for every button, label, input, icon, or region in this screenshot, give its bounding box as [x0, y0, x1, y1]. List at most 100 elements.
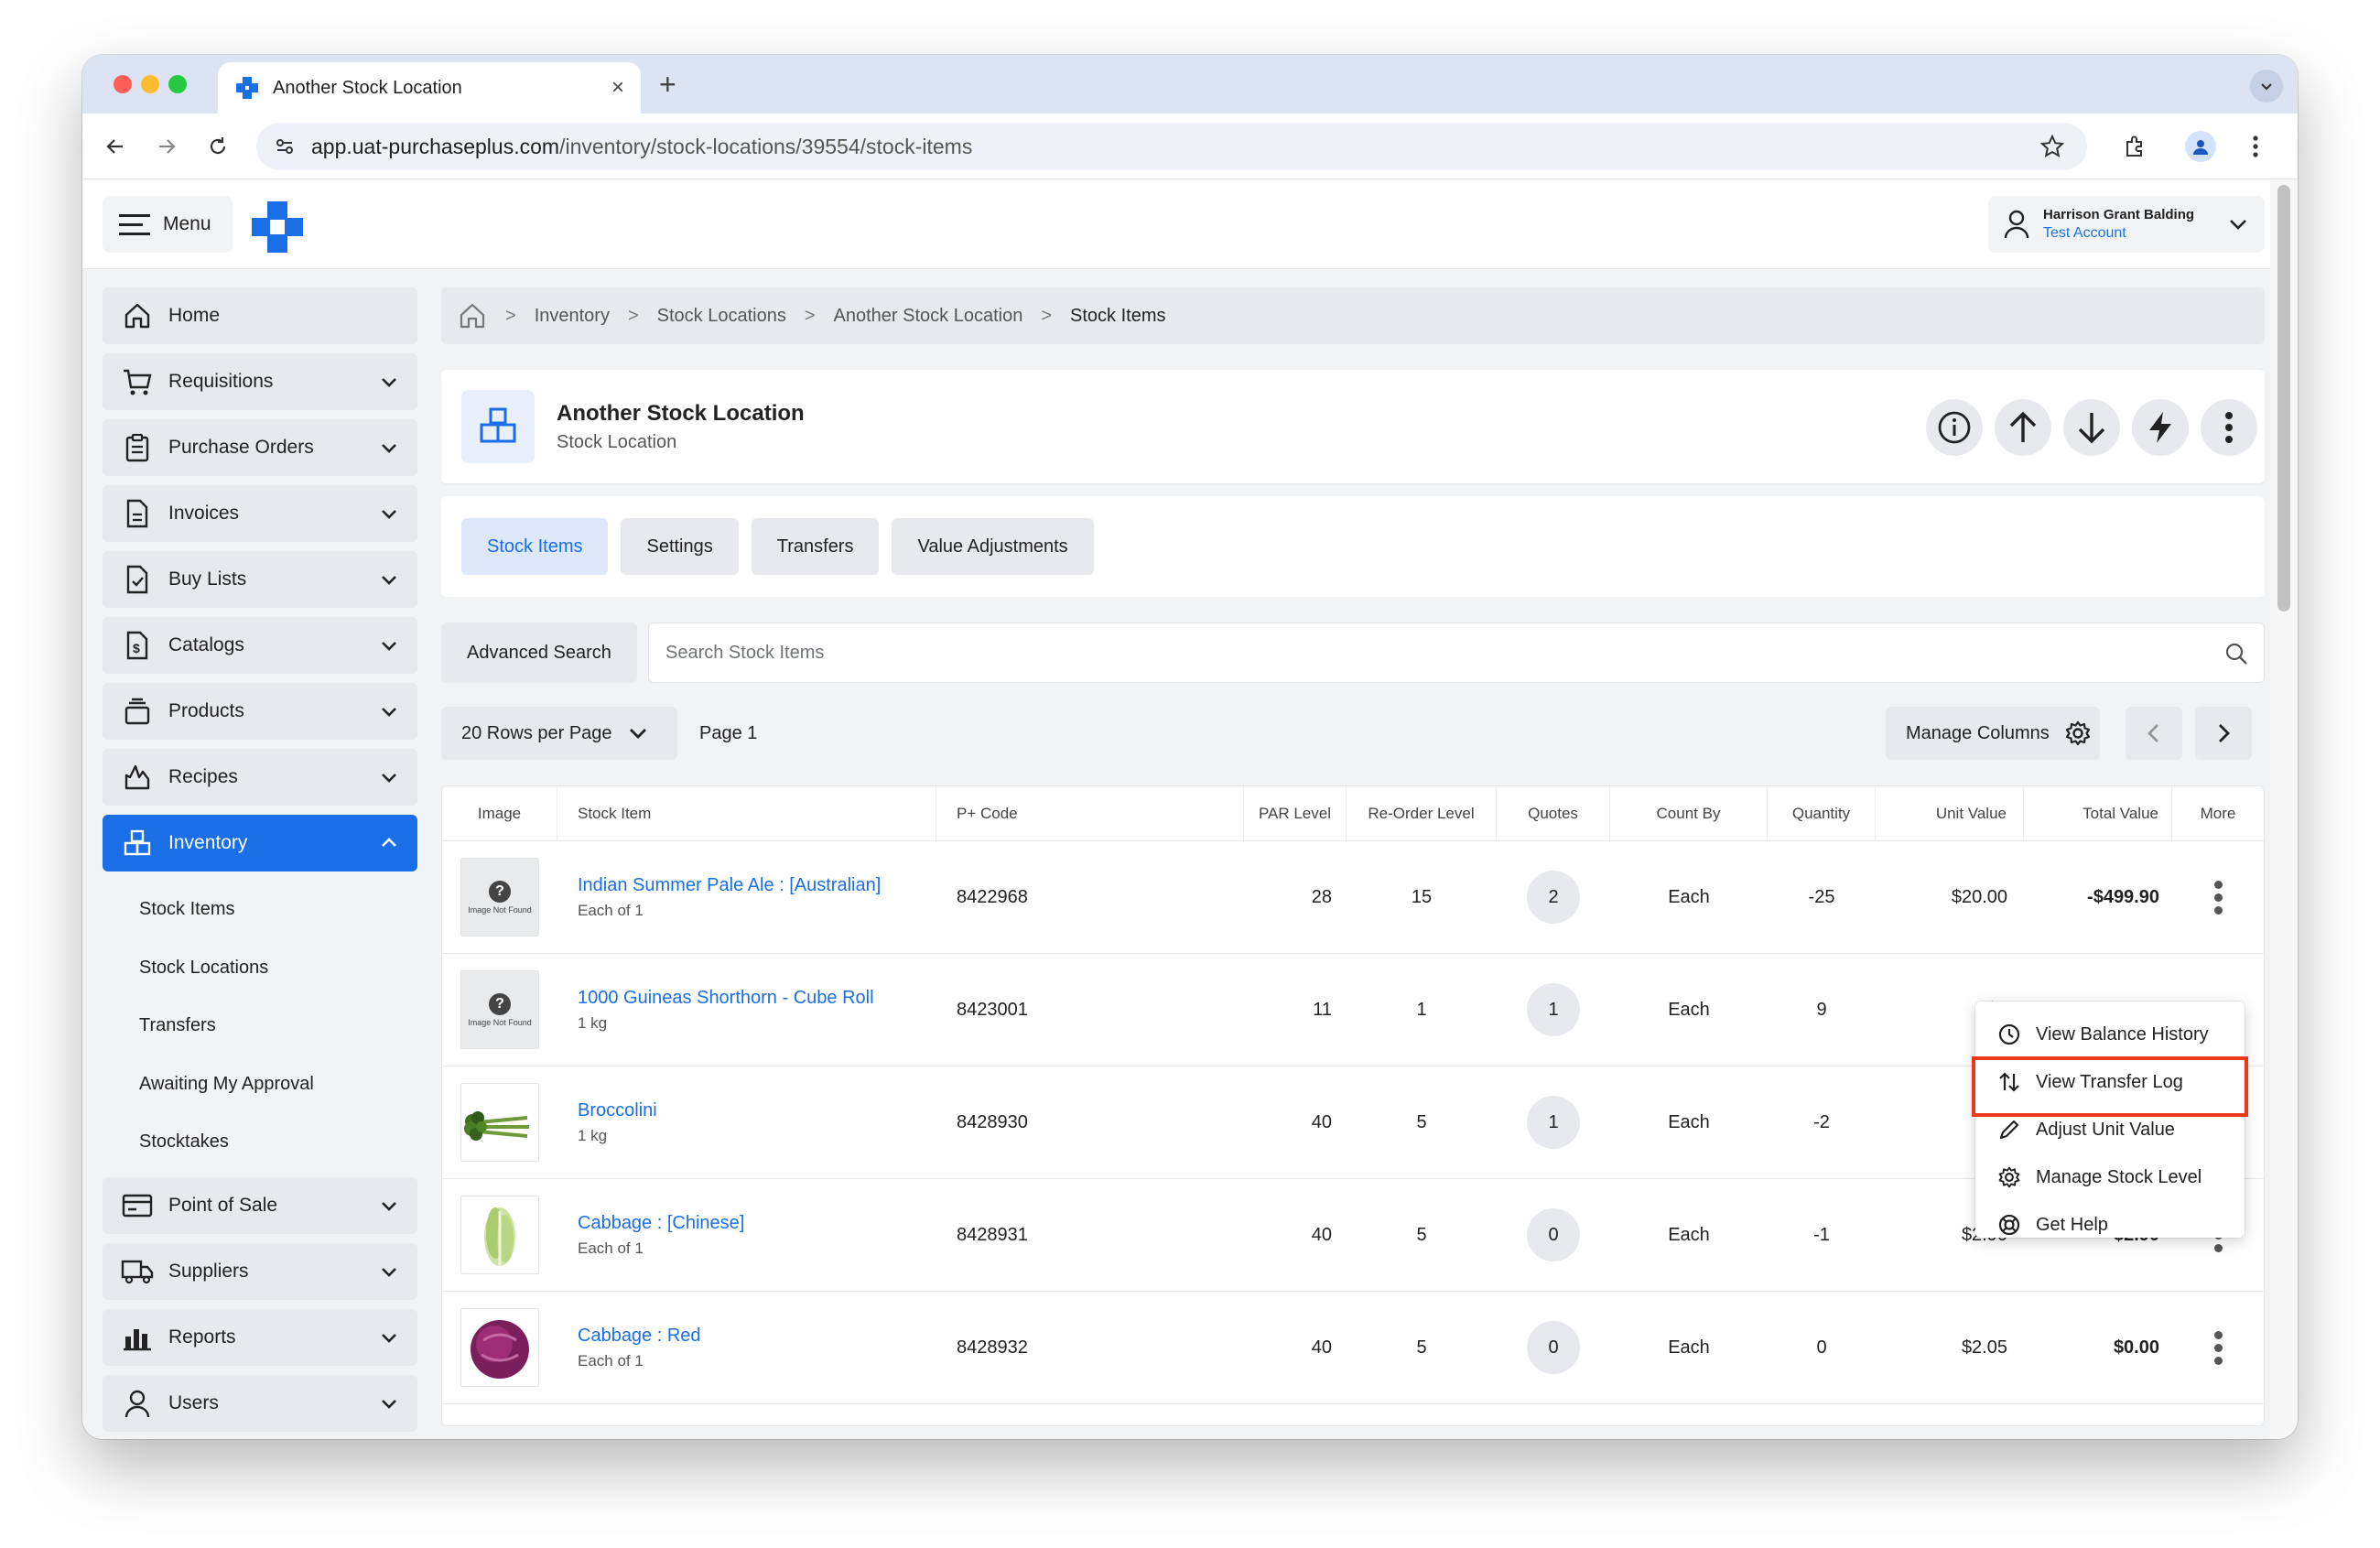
sidebar-item-users[interactable]: Users	[103, 1374, 417, 1432]
row-more-kebab-icon[interactable]	[2213, 1328, 2223, 1367]
column-header-stock-item[interactable]: Stock Item	[557, 786, 936, 840]
menu-item-view-transfer-log[interactable]: View Transfer Log	[1972, 1056, 2248, 1117]
column-header-image[interactable]: Image	[442, 786, 557, 840]
minimize-window-button[interactable]	[141, 75, 159, 93]
sidebar-item-reports[interactable]: Reports	[103, 1308, 417, 1366]
breadcrumb-link-stock-location[interactable]: Another Stock Location	[834, 306, 1023, 327]
tab-close-icon[interactable]: ×	[611, 75, 624, 101]
quotes-count-badge[interactable]: 0	[1527, 1321, 1580, 1374]
breadcrumb-link-stock-locations[interactable]: Stock Locations	[657, 306, 786, 327]
sidebar-item-recipes[interactable]: Recipes	[103, 749, 417, 806]
count-by-cell: Each	[1668, 886, 1710, 907]
maximize-window-button[interactable]	[168, 75, 187, 93]
quick-actions-button[interactable]	[2132, 399, 2189, 456]
column-header-code[interactable]: P+ Code	[936, 786, 1244, 840]
sidebar-subitem-stock-items[interactable]: Stock Items	[103, 881, 417, 939]
tab-value-adjustments[interactable]: Value Adjustments	[892, 518, 1094, 575]
home-icon[interactable]	[458, 301, 487, 330]
bookmark-star-icon[interactable]	[2039, 134, 2065, 159]
column-header-count-by[interactable]: Count By	[1610, 786, 1768, 840]
menu-item-view-balance-history[interactable]: View Balance History	[1975, 1011, 2245, 1058]
manage-columns-button[interactable]: Manage Columns	[1886, 707, 2100, 760]
column-header-quantity[interactable]: Quantity	[1768, 786, 1876, 840]
sidebar-item-suppliers[interactable]: Suppliers	[103, 1242, 417, 1300]
image-cell: ? Image Not Found	[442, 954, 557, 1066]
site-settings-icon[interactable]	[275, 136, 295, 157]
advanced-search-button[interactable]: Advanced Search	[441, 622, 637, 683]
column-header-reorder-level[interactable]: Re-Order Level	[1347, 786, 1497, 840]
address-bar[interactable]: app.uat-purchaseplus.com/inventory/stock…	[256, 123, 2087, 170]
quotes-count-badge[interactable]: 1	[1527, 1096, 1580, 1149]
sidebar-item-products[interactable]: Products	[103, 683, 417, 740]
menu-button[interactable]: Menu	[103, 196, 233, 253]
arrow-up-icon	[2009, 411, 2037, 442]
quotes-count-badge[interactable]: 1	[1527, 983, 1580, 1036]
tab-settings[interactable]: Settings	[621, 518, 739, 575]
download-button[interactable]	[2063, 399, 2120, 456]
quotes-count-badge[interactable]: 2	[1527, 871, 1580, 924]
quotes-count-badge[interactable]: 0	[1527, 1208, 1580, 1261]
tab-stock-items[interactable]: Stock Items	[461, 518, 609, 575]
next-page-button[interactable]	[2195, 707, 2252, 760]
sidebar-item-purchase-orders[interactable]: Purchase Orders	[103, 419, 417, 476]
sidebar-item-label: Reports	[168, 1326, 236, 1348]
rows-per-page-select[interactable]: 20 Rows per Page	[441, 707, 677, 760]
sidebar-item-inventory[interactable]: Inventory	[103, 815, 417, 871]
profile-avatar-icon[interactable]	[2184, 130, 2217, 163]
extensions-puzzle-icon[interactable]	[2118, 130, 2151, 163]
sidebar-subitem-stock-locations[interactable]: Stock Locations	[103, 939, 417, 998]
document-icon	[121, 497, 154, 530]
stock-item-link[interactable]: Cabbage : [Chinese]	[578, 1213, 744, 1234]
tab-transfers[interactable]: Transfers	[751, 518, 880, 575]
stock-item-link[interactable]: Indian Summer Pale Ale : [Australian]	[578, 875, 881, 896]
stock-item-link[interactable]: Cabbage : Red	[578, 1326, 701, 1347]
forward-arrow-icon[interactable]	[150, 130, 183, 163]
sidebar-item-point-of-sale[interactable]: Point of Sale	[103, 1176, 417, 1234]
inventory-submenu: Stock Items Stock Locations Transfers Aw…	[103, 881, 417, 1172]
stock-item-link[interactable]: 1000 Guineas Shorthorn - Cube Roll	[578, 988, 874, 1009]
search-icon[interactable]	[2223, 641, 2249, 666]
column-header-par-level[interactable]: PAR Level	[1244, 786, 1347, 840]
user-account-dropdown[interactable]: Harrison Grant Balding Test Account	[1988, 196, 2265, 253]
upload-button[interactable]	[1995, 399, 2051, 456]
page-subtitle: Stock Location	[557, 432, 677, 452]
arrow-down-icon	[2078, 413, 2105, 444]
info-button[interactable]	[1926, 399, 1983, 456]
chevron-left-icon	[2147, 724, 2158, 742]
scrollbar-thumb[interactable]	[2277, 185, 2290, 612]
search-field[interactable]	[648, 622, 2265, 683]
column-header-unit-value[interactable]: Unit Value	[1876, 786, 2024, 840]
menu-item-label: View Balance History	[2036, 1023, 2209, 1045]
sidebar-item-buy-lists[interactable]: Buy Lists	[103, 551, 417, 608]
sidebar-subitem-awaiting-approval[interactable]: Awaiting My Approval	[103, 1055, 417, 1114]
sidebar-item-requisitions[interactable]: Requisitions	[103, 353, 417, 410]
stock-item-link[interactable]: Broccolini	[578, 1100, 657, 1121]
breadcrumb-link-inventory[interactable]: Inventory	[535, 306, 610, 327]
quotes-cell: 1	[1497, 1066, 1610, 1178]
search-input[interactable]	[665, 623, 2130, 682]
browser-tab-active[interactable]: Another Stock Location ×	[218, 62, 641, 114]
new-tab-button[interactable]: +	[659, 68, 676, 102]
column-header-quotes[interactable]: Quotes	[1497, 786, 1610, 840]
boxes-icon	[121, 827, 154, 860]
row-more-kebab-icon[interactable]	[2213, 878, 2223, 916]
close-window-button[interactable]	[114, 75, 132, 93]
sidebar-item-home[interactable]: Home	[103, 287, 417, 344]
sidebar-item-catalogs[interactable]: $ Catalogs	[103, 617, 417, 674]
reload-icon[interactable]	[201, 130, 234, 163]
page-scrollbar[interactable]	[2270, 179, 2298, 1439]
sidebar-item-invoices[interactable]: Invoices	[103, 485, 417, 542]
purchaseplus-logo-icon[interactable]	[250, 200, 305, 254]
previous-page-button[interactable]	[2126, 707, 2182, 760]
sidebar-subitem-stocktakes[interactable]: Stocktakes	[103, 1113, 417, 1172]
column-header-total-value[interactable]: Total Value	[2024, 786, 2172, 840]
sidebar-subitem-transfers[interactable]: Transfers	[103, 997, 417, 1055]
menu-label: Menu	[163, 213, 211, 234]
back-arrow-icon[interactable]	[99, 130, 132, 163]
tab-list-chevron-icon[interactable]	[2250, 70, 2283, 103]
menu-item-adjust-unit-value[interactable]: Adjust Unit Value	[1975, 1106, 2245, 1153]
browser-menu-kebab-icon[interactable]	[2239, 130, 2272, 163]
menu-item-get-help[interactable]: Get Help	[1975, 1201, 2245, 1249]
menu-item-manage-stock-level[interactable]: Manage Stock Level	[1975, 1153, 2245, 1201]
more-options-button[interactable]	[2201, 399, 2257, 456]
